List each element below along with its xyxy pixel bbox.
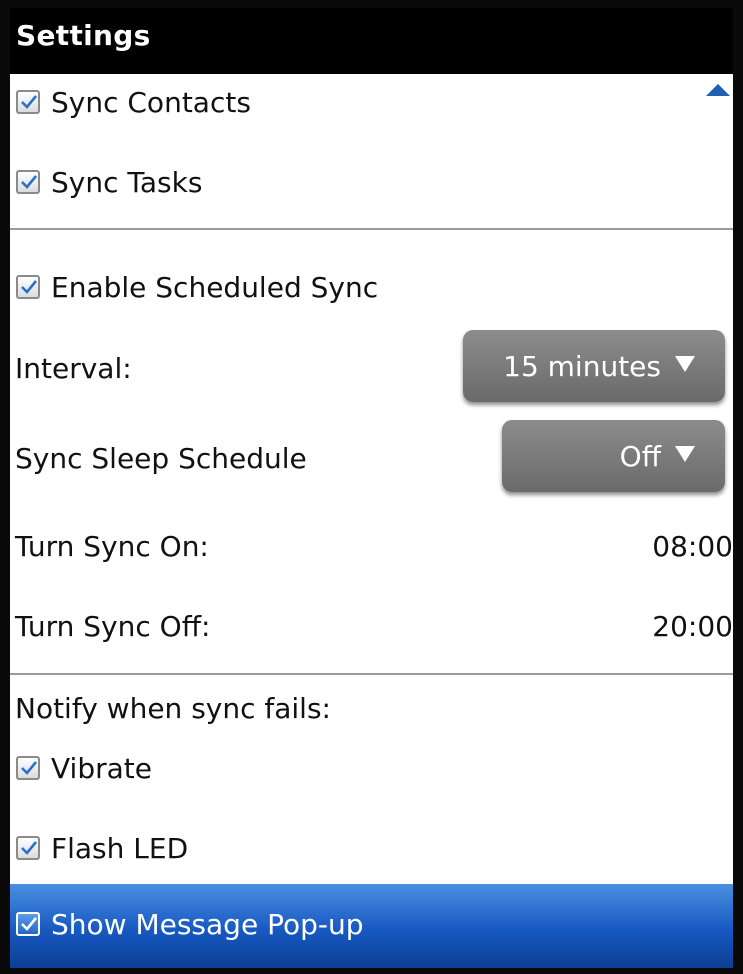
interval-dropdown[interactable]: 15 minutes [463,330,725,402]
sync-contacts-checkbox[interactable] [16,90,40,114]
show-message-popup-checkbox[interactable] [16,912,40,936]
turn-sync-on-label: Turn Sync On: [15,530,209,563]
sync-tasks-label: Sync Tasks [51,166,203,199]
interval-label: Interval: [15,352,132,385]
notify-header-row: Notify when sync fails: [10,688,733,732]
interval-row: Interval: 15 minutes [10,328,733,404]
page-title: Settings [16,19,151,52]
sleep-schedule-dropdown[interactable]: Off [502,420,725,492]
enable-scheduled-sync-label: Enable Scheduled Sync [51,271,379,304]
enable-scheduled-sync-row[interactable]: Enable Scheduled Sync [10,263,733,319]
dropdown-triangle-icon [675,356,695,372]
turn-sync-on-value[interactable]: 08:00 [652,530,733,563]
interval-value: 15 minutes [503,350,661,383]
sync-contacts-row[interactable]: Sync Contacts [10,78,733,134]
flash-led-label: Flash LED [51,832,189,865]
checkmark-icon [21,761,38,775]
sync-contacts-label: Sync Contacts [51,86,251,119]
sleep-schedule-row: Sync Sleep Schedule Off [10,418,733,494]
notify-header-label: Notify when sync fails: [15,692,331,725]
turn-sync-off-label: Turn Sync Off: [15,610,211,643]
section-divider [10,228,733,230]
section-divider [10,673,733,675]
checkmark-icon [21,917,38,931]
checkmark-icon [21,175,38,189]
sleep-schedule-label: Sync Sleep Schedule [15,442,307,475]
vibrate-checkbox[interactable] [16,756,40,780]
checkmark-icon [21,280,38,294]
settings-screen: Settings Sync Contacts Sync Tasks Enable… [10,8,733,968]
title-bar: Settings [10,8,733,74]
show-message-popup-label: Show Message Pop-up [51,908,364,941]
show-message-popup-row[interactable]: Show Message Pop-up [10,884,733,968]
dropdown-triangle-icon [675,446,695,462]
checkmark-icon [21,95,38,109]
turn-sync-on-row[interactable]: Turn Sync On: 08:00 [10,518,733,574]
sync-tasks-row[interactable]: Sync Tasks [10,158,733,214]
vibrate-label: Vibrate [51,752,152,785]
turn-sync-off-value[interactable]: 20:00 [652,610,733,643]
sleep-schedule-value: Off [619,440,661,473]
vibrate-row[interactable]: Vibrate [10,744,733,800]
enable-scheduled-sync-checkbox[interactable] [16,275,40,299]
checkmark-icon [21,841,38,855]
flash-led-row[interactable]: Flash LED [10,824,733,880]
flash-led-checkbox[interactable] [16,836,40,860]
turn-sync-off-row[interactable]: Turn Sync Off: 20:00 [10,598,733,654]
sync-tasks-checkbox[interactable] [16,170,40,194]
